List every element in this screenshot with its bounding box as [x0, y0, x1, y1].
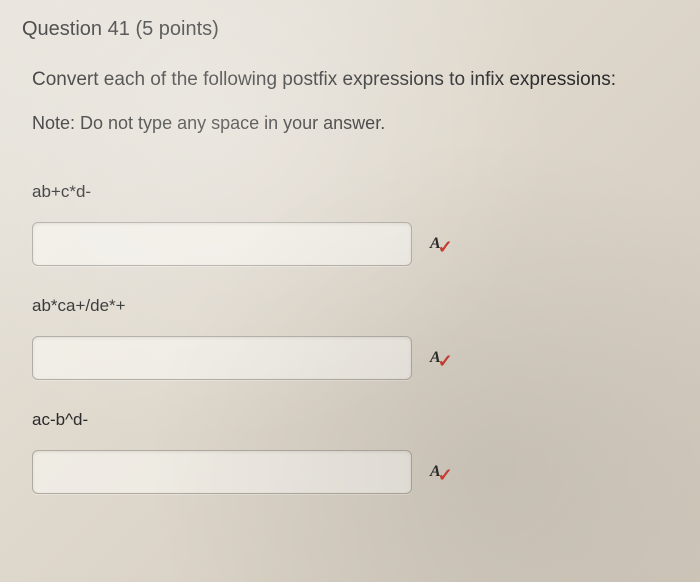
spellcheck-check: ✓	[438, 351, 453, 372]
answer-input-2[interactable]	[32, 336, 412, 380]
answer-input-3[interactable]	[32, 450, 412, 494]
expression-block-2: ab*ca+/de*+ A ✓	[32, 296, 678, 380]
question-header: Question 41 (5 points)	[22, 18, 678, 41]
spellcheck-check: ✓	[438, 237, 453, 258]
question-number: 41	[108, 18, 130, 40]
question-label: Question	[22, 18, 102, 40]
question-points: (5 points)	[135, 18, 218, 40]
expression-label-3: ac-b^d-	[32, 410, 678, 430]
note-text: Note: Do not type any space in your answ…	[32, 113, 678, 134]
expression-label-1: ab+c*d-	[32, 182, 678, 202]
spellcheck-icon[interactable]: A ✓	[430, 345, 453, 372]
expression-block-1: ab+c*d- A ✓	[32, 182, 678, 266]
instruction-text: Convert each of the following postfix ex…	[32, 69, 678, 91]
spellcheck-icon[interactable]: A ✓	[430, 459, 453, 486]
spellcheck-check: ✓	[438, 465, 453, 486]
expression-block-3: ac-b^d- A ✓	[32, 410, 678, 494]
expression-label-2: ab*ca+/de*+	[32, 296, 678, 316]
spellcheck-icon[interactable]: A ✓	[430, 231, 453, 258]
answer-input-1[interactable]	[32, 222, 412, 266]
